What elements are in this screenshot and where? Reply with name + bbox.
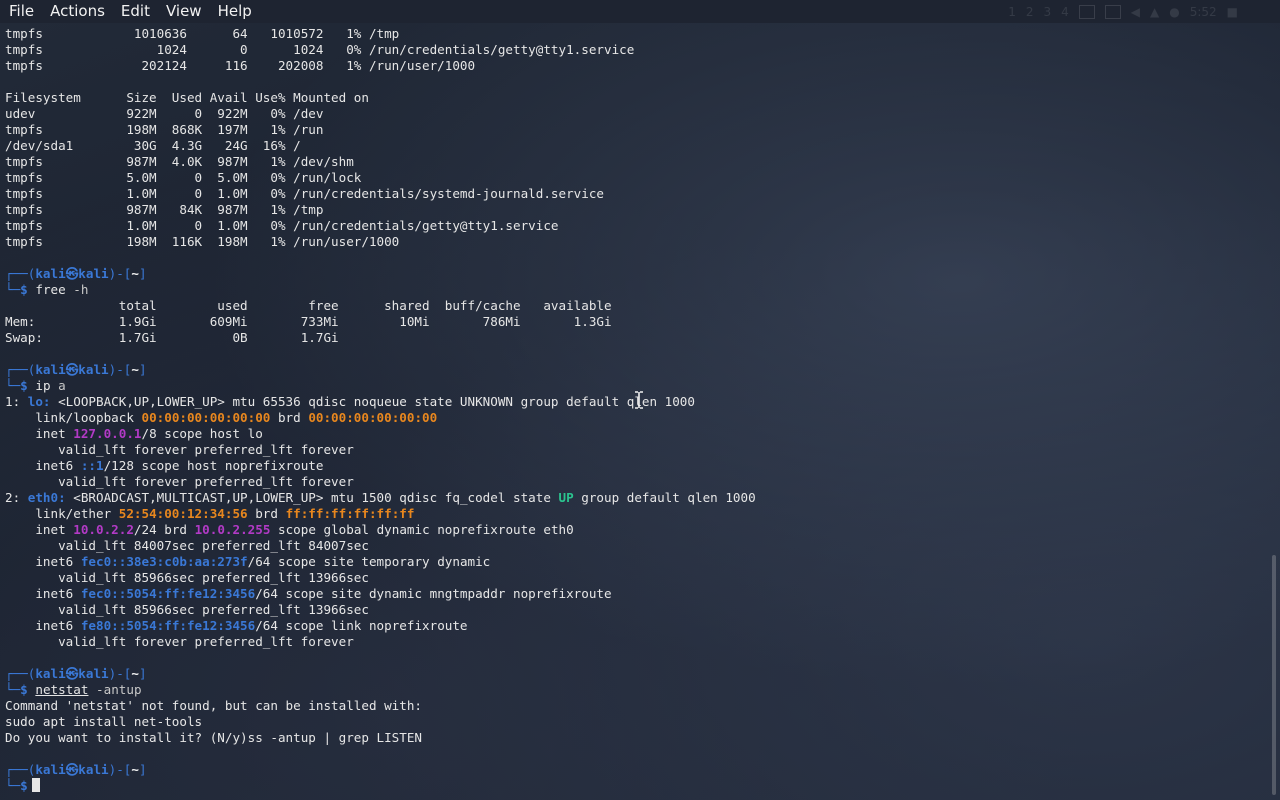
output-line: valid_lft 84007sec preferred_lft 84007se… — [5, 538, 369, 553]
output-line: tmpfs 1.0M 0 1.0M 0% /run/credentials/sy… — [5, 186, 604, 201]
output-line: valid_lft 85966sec preferred_lft 13966se… — [5, 570, 369, 585]
output-line: tmpfs 198M 868K 197M 1% /run — [5, 122, 324, 137]
output-line: inet6 fec0::38e3:c0b:aa:273f/64 scope si… — [5, 554, 491, 569]
output-line: valid_lft forever preferred_lft forever — [5, 442, 354, 457]
text-cursor — [31, 778, 40, 792]
workspace-4[interactable]: 4 — [1061, 5, 1069, 19]
output-line: Do you want to install it? (N/y)ss -antu… — [5, 730, 423, 745]
notification-icon[interactable]: ▲ — [1150, 5, 1159, 19]
mouse-ibeam-icon — [635, 391, 643, 409]
menu-bar: File Actions Edit View Help 1 2 3 4 ◀ ▲ … — [0, 0, 1280, 23]
volume-icon[interactable]: ◀ — [1131, 5, 1140, 19]
prompt-line: ┌──(kali㉿kali)-[~] — [5, 362, 147, 377]
terminal-output[interactable]: tmpfs 1010636 64 1010572 1% /tmp tmpfs 1… — [5, 26, 1268, 800]
command-line: └─$ netstat -antup — [5, 682, 142, 697]
menu-file[interactable]: File — [0, 0, 42, 23]
output-line: inet6 fe80::5054:ff:fe12:3456/64 scope l… — [5, 618, 468, 633]
output-line: link/loopback 00:00:00:00:00:00 brd 00:0… — [5, 410, 438, 425]
output-line: inet6 ::1/128 scope host noprefixroute — [5, 458, 324, 473]
window-icon[interactable] — [1078, 4, 1095, 19]
output-line: Command 'netstat' not found, but can be … — [5, 698, 423, 713]
output-line: tmpfs 1.0M 0 1.0M 0% /run/credentials/ge… — [5, 218, 559, 233]
output-line: tmpfs 198M 116K 198M 1% /run/user/1000 — [5, 234, 400, 249]
system-tray: 1 2 3 4 ◀ ▲ ● 5:52 ■ — [1008, 0, 1280, 23]
output-line: tmpfs 1010636 64 1010572 1% /tmp — [5, 26, 400, 41]
output-line: inet 127.0.0.1/8 scope host lo — [5, 426, 263, 441]
power-icon[interactable]: ● — [1169, 5, 1179, 19]
workspace-1[interactable]: 1 — [1008, 5, 1016, 19]
output-line: inet6 fec0::5054:ff:fe12:3456/64 scope s… — [5, 586, 612, 601]
workspace-2[interactable]: 2 — [1026, 5, 1034, 19]
menu-view[interactable]: View — [158, 0, 210, 23]
output-line: total used free shared buff/cache availa… — [5, 298, 612, 313]
scrollbar[interactable] — [1272, 555, 1276, 795]
output-line: tmpfs 5.0M 0 5.0M 0% /run/lock — [5, 170, 362, 185]
output-line: valid_lft 85966sec preferred_lft 13966se… — [5, 602, 369, 617]
menu-help[interactable]: Help — [210, 0, 260, 23]
display-icon[interactable] — [1104, 4, 1121, 19]
prompt-line: ┌──(kali㉿kali)-[~] — [5, 666, 147, 681]
command-input-line[interactable]: └─$ — [5, 778, 1268, 794]
output-line: Mem: 1.9Gi 609Mi 733Mi 10Mi 786Mi 1.3Gi — [5, 314, 612, 329]
output-line: tmpfs 987M 4.0K 987M 1% /dev/shm — [5, 154, 354, 169]
command-line: └─$ free -h — [5, 282, 89, 297]
prompt-line: ┌──(kali㉿kali)-[~] — [5, 266, 147, 281]
output-line: tmpfs 987M 84K 987M 1% /tmp — [5, 202, 324, 217]
output-line: sudo apt install net-tools — [5, 714, 203, 729]
lock-icon[interactable]: ■ — [1227, 5, 1238, 19]
menu-actions[interactable]: Actions — [42, 0, 113, 23]
output-line: 2: eth0: <BROADCAST,MULTICAST,UP,LOWER_U… — [5, 490, 756, 505]
output-line: Filesystem Size Used Avail Use% Mounted … — [5, 90, 369, 105]
clock: 5:52 — [1189, 4, 1217, 19]
output-line: tmpfs 1024 0 1024 0% /run/credentials/ge… — [5, 42, 635, 57]
output-line: valid_lft forever preferred_lft forever — [5, 634, 354, 649]
output-line: /dev/sda1 30G 4.3G 24G 16% / — [5, 138, 301, 153]
output-line: link/ether 52:54:00:12:34:56 brd ff:ff:f… — [5, 506, 415, 521]
output-line: Swap: 1.7Gi 0B 1.7Gi — [5, 330, 339, 345]
output-line: udev 922M 0 922M 0% /dev — [5, 106, 324, 121]
output-line: inet 10.0.2.2/24 brd 10.0.2.255 scope gl… — [5, 522, 574, 537]
prompt-line: ┌──(kali㉿kali)-[~] — [5, 762, 147, 777]
menu-edit[interactable]: Edit — [113, 0, 158, 23]
output-line: tmpfs 202124 116 202008 1% /run/user/100… — [5, 58, 476, 73]
output-line: valid_lft forever preferred_lft forever — [5, 474, 354, 489]
workspace-3[interactable]: 3 — [1043, 5, 1051, 19]
